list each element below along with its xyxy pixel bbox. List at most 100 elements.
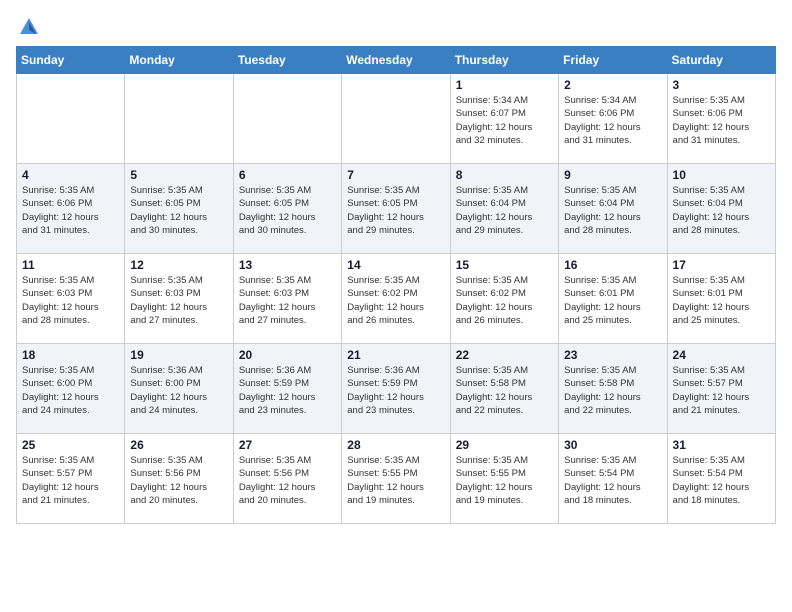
calendar-cell: 22 Sunrise: 5:35 AM Sunset: 5:58 PM Dayli… bbox=[450, 344, 558, 434]
day-info: Sunrise: 5:35 AM Sunset: 6:01 PM Dayligh… bbox=[564, 274, 661, 327]
calendar-cell bbox=[17, 74, 125, 164]
calendar-week-row: 11 Sunrise: 5:35 AM Sunset: 6:03 PM Dayli… bbox=[17, 254, 776, 344]
day-number: 27 bbox=[239, 438, 336, 452]
calendar-cell bbox=[233, 74, 341, 164]
day-info: Sunrise: 5:36 AM Sunset: 6:00 PM Dayligh… bbox=[130, 364, 227, 417]
day-number: 8 bbox=[456, 168, 553, 182]
calendar-cell bbox=[125, 74, 233, 164]
calendar-cell bbox=[342, 74, 450, 164]
day-info: Sunrise: 5:35 AM Sunset: 5:54 PM Dayligh… bbox=[673, 454, 770, 507]
day-info: Sunrise: 5:35 AM Sunset: 5:55 PM Dayligh… bbox=[456, 454, 553, 507]
calendar-cell: 11 Sunrise: 5:35 AM Sunset: 6:03 PM Dayli… bbox=[17, 254, 125, 344]
day-info: Sunrise: 5:36 AM Sunset: 5:59 PM Dayligh… bbox=[347, 364, 444, 417]
calendar-cell: 8 Sunrise: 5:35 AM Sunset: 6:04 PM Daylig… bbox=[450, 164, 558, 254]
day-number: 17 bbox=[673, 258, 770, 272]
day-info: Sunrise: 5:35 AM Sunset: 6:05 PM Dayligh… bbox=[130, 184, 227, 237]
day-number: 16 bbox=[564, 258, 661, 272]
calendar-week-row: 18 Sunrise: 5:35 AM Sunset: 6:00 PM Dayli… bbox=[17, 344, 776, 434]
calendar-cell: 23Sunrise: 5:35 AM Sunset: 5:58 PM Dayli… bbox=[559, 344, 667, 434]
day-number: 19 bbox=[130, 348, 227, 362]
weekday-header: Monday bbox=[125, 47, 233, 74]
day-info: Sunrise: 5:35 AM Sunset: 6:00 PM Dayligh… bbox=[22, 364, 119, 417]
day-info: Sunrise: 5:35 AM Sunset: 6:03 PM Dayligh… bbox=[239, 274, 336, 327]
calendar-cell: 19 Sunrise: 5:36 AM Sunset: 6:00 PM Dayli… bbox=[125, 344, 233, 434]
calendar-cell: 1 Sunrise: 5:34 AM Sunset: 6:07 PM Daylig… bbox=[450, 74, 558, 164]
calendar-cell: 6 Sunrise: 5:35 AM Sunset: 6:05 PM Daylig… bbox=[233, 164, 341, 254]
day-number: 31 bbox=[673, 438, 770, 452]
day-number: 15 bbox=[456, 258, 553, 272]
day-info: Sunrise: 5:35 AM Sunset: 5:56 PM Dayligh… bbox=[130, 454, 227, 507]
calendar-cell: 30Sunrise: 5:35 AM Sunset: 5:54 PM Dayli… bbox=[559, 434, 667, 524]
day-number: 30 bbox=[564, 438, 661, 452]
calendar-cell: 27 Sunrise: 5:35 AM Sunset: 5:56 PM Dayli… bbox=[233, 434, 341, 524]
day-info: Sunrise: 5:35 AM Sunset: 6:06 PM Dayligh… bbox=[673, 94, 770, 147]
day-info: Sunrise: 5:35 AM Sunset: 6:06 PM Dayligh… bbox=[22, 184, 119, 237]
day-number: 3 bbox=[673, 78, 770, 92]
calendar-cell: 3 Sunrise: 5:35 AM Sunset: 6:06 PM Daylig… bbox=[667, 74, 775, 164]
day-number: 5 bbox=[130, 168, 227, 182]
calendar-cell: 18 Sunrise: 5:35 AM Sunset: 6:00 PM Dayli… bbox=[17, 344, 125, 434]
day-info: Sunrise: 5:35 AM Sunset: 5:56 PM Dayligh… bbox=[239, 454, 336, 507]
calendar-cell: 31 Sunrise: 5:35 AM Sunset: 5:54 PM Dayli… bbox=[667, 434, 775, 524]
day-number: 14 bbox=[347, 258, 444, 272]
day-number: 2 bbox=[564, 78, 661, 92]
calendar-week-row: 4 Sunrise: 5:35 AM Sunset: 6:06 PM Daylig… bbox=[17, 164, 776, 254]
day-number: 7 bbox=[347, 168, 444, 182]
calendar-cell: 26 Sunrise: 5:35 AM Sunset: 5:56 PM Dayli… bbox=[125, 434, 233, 524]
logo-icon bbox=[18, 16, 40, 38]
day-number: 29 bbox=[456, 438, 553, 452]
day-info: Sunrise: 5:35 AM Sunset: 6:04 PM Dayligh… bbox=[456, 184, 553, 237]
day-info: Sunrise: 5:34 AM Sunset: 6:07 PM Dayligh… bbox=[456, 94, 553, 147]
calendar-cell: 9Sunrise: 5:35 AM Sunset: 6:04 PM Daylig… bbox=[559, 164, 667, 254]
day-number: 23 bbox=[564, 348, 661, 362]
day-info: Sunrise: 5:35 AM Sunset: 6:03 PM Dayligh… bbox=[130, 274, 227, 327]
day-number: 28 bbox=[347, 438, 444, 452]
calendar-cell: 13 Sunrise: 5:35 AM Sunset: 6:03 PM Dayli… bbox=[233, 254, 341, 344]
day-info: Sunrise: 5:35 AM Sunset: 5:55 PM Dayligh… bbox=[347, 454, 444, 507]
calendar-week-row: 1 Sunrise: 5:34 AM Sunset: 6:07 PM Daylig… bbox=[17, 74, 776, 164]
calendar-cell: 17 Sunrise: 5:35 AM Sunset: 6:01 PM Dayli… bbox=[667, 254, 775, 344]
day-number: 22 bbox=[456, 348, 553, 362]
calendar-cell: 16 Sunrise: 5:35 AM Sunset: 6:01 PM Dayli… bbox=[559, 254, 667, 344]
calendar-cell: 10Sunrise: 5:35 AM Sunset: 6:04 PM Dayli… bbox=[667, 164, 775, 254]
weekday-header: Tuesday bbox=[233, 47, 341, 74]
day-info: Sunrise: 5:35 AM Sunset: 5:58 PM Dayligh… bbox=[456, 364, 553, 417]
day-info: Sunrise: 5:35 AM Sunset: 6:05 PM Dayligh… bbox=[239, 184, 336, 237]
day-number: 18 bbox=[22, 348, 119, 362]
day-number: 21 bbox=[347, 348, 444, 362]
page-header bbox=[16, 16, 776, 38]
calendar-cell: 25 Sunrise: 5:35 AM Sunset: 5:57 PM Dayli… bbox=[17, 434, 125, 524]
day-number: 25 bbox=[22, 438, 119, 452]
day-info: Sunrise: 5:35 AM Sunset: 6:03 PM Dayligh… bbox=[22, 274, 119, 327]
day-info: Sunrise: 5:35 AM Sunset: 5:57 PM Dayligh… bbox=[22, 454, 119, 507]
calendar-cell: 4 Sunrise: 5:35 AM Sunset: 6:06 PM Daylig… bbox=[17, 164, 125, 254]
day-info: Sunrise: 5:35 AM Sunset: 6:04 PM Dayligh… bbox=[564, 184, 661, 237]
day-number: 26 bbox=[130, 438, 227, 452]
day-info: Sunrise: 5:35 AM Sunset: 6:01 PM Dayligh… bbox=[673, 274, 770, 327]
calendar-week-row: 25 Sunrise: 5:35 AM Sunset: 5:57 PM Dayli… bbox=[17, 434, 776, 524]
calendar-cell: 28 Sunrise: 5:35 AM Sunset: 5:55 PM Dayli… bbox=[342, 434, 450, 524]
calendar-cell: 14 Sunrise: 5:35 AM Sunset: 6:02 PM Dayli… bbox=[342, 254, 450, 344]
day-number: 10 bbox=[673, 168, 770, 182]
calendar-cell: 7 Sunrise: 5:35 AM Sunset: 6:05 PM Daylig… bbox=[342, 164, 450, 254]
day-info: Sunrise: 5:35 AM Sunset: 6:05 PM Dayligh… bbox=[347, 184, 444, 237]
day-number: 4 bbox=[22, 168, 119, 182]
calendar-cell: 20Sunrise: 5:36 AM Sunset: 5:59 PM Dayli… bbox=[233, 344, 341, 434]
day-number: 13 bbox=[239, 258, 336, 272]
day-number: 1 bbox=[456, 78, 553, 92]
day-number: 6 bbox=[239, 168, 336, 182]
day-number: 11 bbox=[22, 258, 119, 272]
weekday-header: Sunday bbox=[17, 47, 125, 74]
logo bbox=[16, 16, 40, 38]
weekday-header: Saturday bbox=[667, 47, 775, 74]
day-info: Sunrise: 5:35 AM Sunset: 6:02 PM Dayligh… bbox=[347, 274, 444, 327]
calendar-cell: 24Sunrise: 5:35 AM Sunset: 5:57 PM Dayli… bbox=[667, 344, 775, 434]
day-number: 20 bbox=[239, 348, 336, 362]
weekday-header: Wednesday bbox=[342, 47, 450, 74]
weekday-header: Thursday bbox=[450, 47, 558, 74]
weekday-header: Friday bbox=[559, 47, 667, 74]
calendar-cell: 5 Sunrise: 5:35 AM Sunset: 6:05 PM Daylig… bbox=[125, 164, 233, 254]
calendar-cell: 29 Sunrise: 5:35 AM Sunset: 5:55 PM Dayli… bbox=[450, 434, 558, 524]
day-info: Sunrise: 5:35 AM Sunset: 5:57 PM Dayligh… bbox=[673, 364, 770, 417]
day-number: 12 bbox=[130, 258, 227, 272]
